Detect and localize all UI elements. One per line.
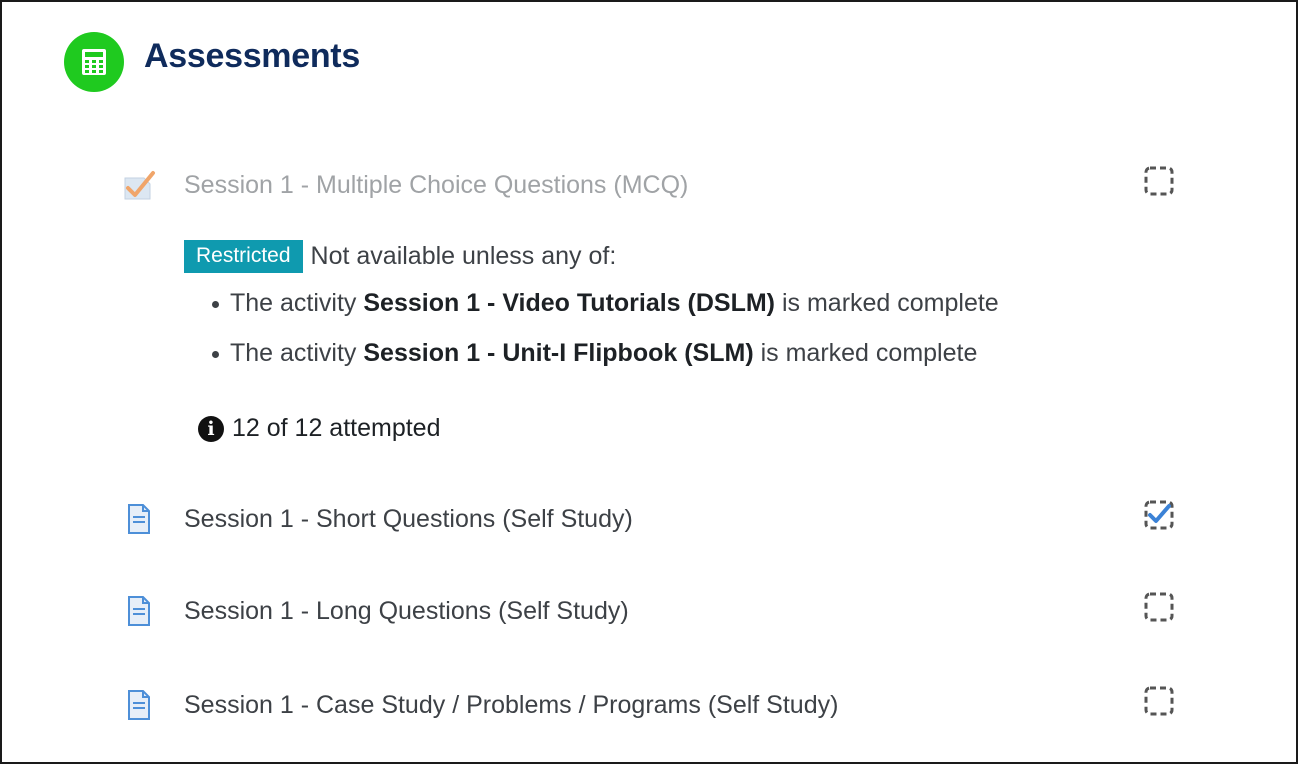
condition-prefix: The activity bbox=[230, 339, 364, 367]
condition-activity-name: Session 1 - Video Tutorials (DSLM) bbox=[363, 289, 776, 317]
condition-suffix: is marked complete bbox=[753, 339, 978, 367]
completion-checkbox-checked-icon[interactable] bbox=[1142, 498, 1176, 532]
restriction-condition: The activity Session 1 - Unit-I Flipbook… bbox=[212, 331, 1184, 381]
activity-short-questions[interactable]: Session 1 - Short Questions (Self Study) bbox=[122, 496, 1182, 542]
course-section-card: Assessments Session 1 - Multiple Choice … bbox=[0, 0, 1298, 764]
calculator-icon bbox=[64, 32, 124, 92]
activity-mcq[interactable]: Session 1 - Multiple Choice Questions (M… bbox=[122, 162, 1182, 208]
restricted-badge: Restricted bbox=[184, 240, 303, 273]
condition-suffix: is marked complete bbox=[775, 289, 999, 317]
completion-checkbox-empty-icon[interactable] bbox=[1142, 164, 1176, 198]
page-icon bbox=[128, 504, 150, 534]
activity-name[interactable]: Session 1 - Multiple Choice Questions (M… bbox=[184, 171, 688, 200]
activity-name[interactable]: Session 1 - Long Questions (Self Study) bbox=[184, 597, 629, 626]
restriction-conditions: The activity Session 1 - Video Tutorials… bbox=[184, 281, 1184, 381]
restriction-lead-text: Not available unless any of: bbox=[310, 242, 617, 270]
page-icon bbox=[128, 596, 150, 626]
page-icon bbox=[128, 690, 150, 720]
activity-case-study[interactable]: Session 1 - Case Study / Problems / Prog… bbox=[122, 682, 1182, 728]
quiz-icon bbox=[124, 171, 155, 200]
info-icon: i bbox=[198, 415, 224, 442]
condition-prefix: The activity bbox=[230, 289, 364, 317]
attempt-info: i 12 of 12 attempted bbox=[198, 414, 440, 443]
restriction-notice: Restricted Not available unless any of: T… bbox=[184, 240, 1184, 381]
activity-long-questions[interactable]: Session 1 - Long Questions (Self Study) bbox=[122, 588, 1182, 634]
restriction-condition: The activity Session 1 - Video Tutorials… bbox=[212, 281, 1184, 331]
completion-checkbox-empty-icon[interactable] bbox=[1142, 590, 1176, 624]
activity-name[interactable]: Session 1 - Case Study / Problems / Prog… bbox=[184, 691, 838, 720]
attempt-count: 12 of 12 attempted bbox=[232, 414, 441, 442]
section-title: Assessments bbox=[144, 37, 360, 75]
condition-activity-name: Session 1 - Unit-I Flipbook (SLM) bbox=[363, 339, 754, 367]
activity-name[interactable]: Session 1 - Short Questions (Self Study) bbox=[184, 505, 633, 534]
completion-checkbox-empty-icon[interactable] bbox=[1142, 684, 1176, 718]
